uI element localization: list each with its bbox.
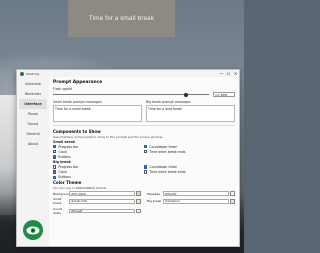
color-label: Count down — [53, 206, 62, 215]
checkbox-icon[interactable]: ✓ — [53, 144, 57, 149]
app-logo — [23, 220, 43, 240]
color-theme-description: All color are in #RRGGBBAA format — [53, 186, 107, 191]
big-buttons-checkbox[interactable]: ✓ Buttons — [53, 175, 144, 179]
components-description: Use interface components to show to the … — [53, 134, 163, 139]
checkbox-label: Clock — [58, 170, 68, 175]
small-break-components: ✓ Progress bar ✓ Countdown timer Clock T… — [53, 145, 235, 159]
color-swatch[interactable] — [136, 199, 141, 204]
big-time-when-break-ends-checkbox[interactable]: Time when break ends — [144, 170, 235, 174]
close-button[interactable]: ✕ — [232, 70, 239, 77]
prompt-appearance-heading: Prompt Appearance — [53, 80, 103, 85]
color-input[interactable]: #ffeaeff — [69, 208, 136, 214]
sidebar-item-interface[interactable]: Interface — [19, 99, 47, 109]
small-break-messages-input[interactable]: Time for a small break — [53, 105, 142, 122]
checkbox-icon[interactable] — [53, 149, 57, 154]
sidebar-item-sound[interactable]: Sound — [19, 119, 47, 129]
checkbox-label: Time when break ends — [149, 170, 186, 175]
checkbox-label: Countdown timer — [149, 144, 177, 149]
window-controls: — ☐ ✕ — [218, 70, 239, 77]
sidebar-item-schedule[interactable]: Schedule — [19, 79, 47, 89]
checkbox-icon[interactable] — [53, 165, 57, 169]
break-prompt: Time for a small break — [68, 0, 175, 37]
color-swatch[interactable] — [230, 191, 235, 196]
color-label: Background — [53, 191, 71, 196]
color-label: Message — [147, 191, 161, 196]
checkbox-icon[interactable] — [144, 170, 148, 174]
small-clock-checkbox[interactable]: Clock — [53, 150, 144, 154]
app-icon — [20, 71, 24, 76]
color-swatch[interactable] — [230, 199, 235, 204]
sidebar-item-general[interactable]: General — [19, 129, 47, 139]
big-clock-checkbox[interactable]: ✓ Clock — [53, 170, 144, 174]
checkbox-label: Countdown timer — [149, 164, 177, 169]
eye-logo-icon — [26, 226, 40, 234]
background-color-field: Background #ffCca8A0 — [53, 191, 141, 196]
color-label: Small break — [53, 197, 62, 206]
sidebar-item-pause[interactable]: Pause — [19, 109, 47, 119]
color-fields: Background #ffCca8A0 Message #ffeeff0 Sm… — [53, 191, 235, 215]
window-title: Stretchly — [26, 71, 40, 76]
checkbox-icon[interactable] — [144, 149, 148, 154]
divider — [53, 125, 235, 126]
small-break-messages-label: Small break prompt messages — [53, 100, 102, 104]
sidebar-item-reminder[interactable]: Reminder — [19, 89, 47, 99]
color-label: Big break — [147, 199, 162, 204]
small-buttons-checkbox[interactable]: ✓ Buttons — [53, 155, 144, 159]
color-theme-heading: Color Theme — [53, 180, 82, 186]
settings-content: Prompt Appearance Flash speed 1/2 BPM Sm… — [49, 77, 239, 246]
small-break-heading: Small break — [53, 139, 76, 144]
title-bar[interactable]: Stretchly — ☐ ✕ — [17, 70, 239, 77]
sidebar-item-about[interactable]: About — [19, 139, 47, 149]
message-color-field: Message #ffeeff0 — [147, 191, 235, 196]
checkbox-label: Buttons — [58, 154, 71, 159]
checkbox-label: Buttons — [58, 175, 71, 180]
checkbox-icon[interactable]: ✓ — [144, 165, 148, 169]
count-down-color-field: Count down #ffeaeff — [53, 207, 141, 215]
small-break-color-field: Small break #ebebcbdb — [53, 197, 141, 205]
small-progress-bar-checkbox[interactable]: ✓ Progress bar — [53, 145, 144, 149]
color-input[interactable]: #ebebbad — [163, 199, 230, 204]
color-swatch[interactable] — [136, 208, 141, 214]
flash-speed-slider[interactable] — [53, 92, 209, 97]
sidebar: Schedule Reminder Interface Pause Sound … — [17, 77, 49, 246]
checkbox-icon[interactable]: ✓ — [53, 155, 57, 159]
big-break-heading: Big break — [53, 159, 71, 164]
checkbox-icon[interactable]: ✓ — [144, 144, 148, 149]
checkbox-label: Clock — [58, 149, 68, 154]
small-time-when-break-ends-checkbox[interactable]: Time when break ends — [144, 150, 235, 154]
minimize-button[interactable]: — — [218, 70, 225, 77]
checkbox-label: Progress bar — [58, 144, 79, 149]
components-heading: Components to Show — [53, 128, 101, 134]
color-swatch[interactable] — [136, 191, 141, 196]
checkbox-icon[interactable]: ✓ — [53, 175, 57, 179]
settings-window: Stretchly — ☐ ✕ Schedule Reminder Interf… — [16, 69, 240, 247]
color-input[interactable]: #ffCca8A0 — [69, 191, 136, 196]
flash-speed-select[interactable]: 1/2 BPM — [213, 92, 235, 97]
checkbox-label: Time when break ends — [149, 149, 186, 154]
big-countdown-timer-checkbox[interactable]: ✓ Countdown timer — [144, 165, 235, 169]
maximize-button[interactable]: ☐ — [225, 70, 232, 77]
break-prompt-text: Time for a small break — [89, 15, 154, 22]
color-input[interactable]: #ebebcbdb — [69, 199, 136, 204]
checkbox-label: Progress bar — [58, 164, 79, 169]
big-break-components: Progress bar ✓ Countdown timer ✓ Clock T… — [53, 165, 235, 179]
color-input[interactable]: #ffeeff0 — [163, 191, 230, 196]
flash-speed-slider-thumb[interactable] — [183, 92, 188, 97]
small-countdown-timer-checkbox[interactable]: ✓ Countdown timer — [144, 145, 235, 149]
big-break-messages-input[interactable]: Time for a long break — [146, 105, 235, 122]
big-break-messages-label: Big break prompt messages — [146, 100, 191, 104]
flash-speed-label: Flash speed — [53, 87, 72, 91]
big-progress-bar-checkbox[interactable]: Progress bar — [53, 165, 144, 169]
big-break-color-field: Big break #ebebbad — [147, 197, 235, 205]
checkbox-icon[interactable]: ✓ — [53, 170, 57, 174]
